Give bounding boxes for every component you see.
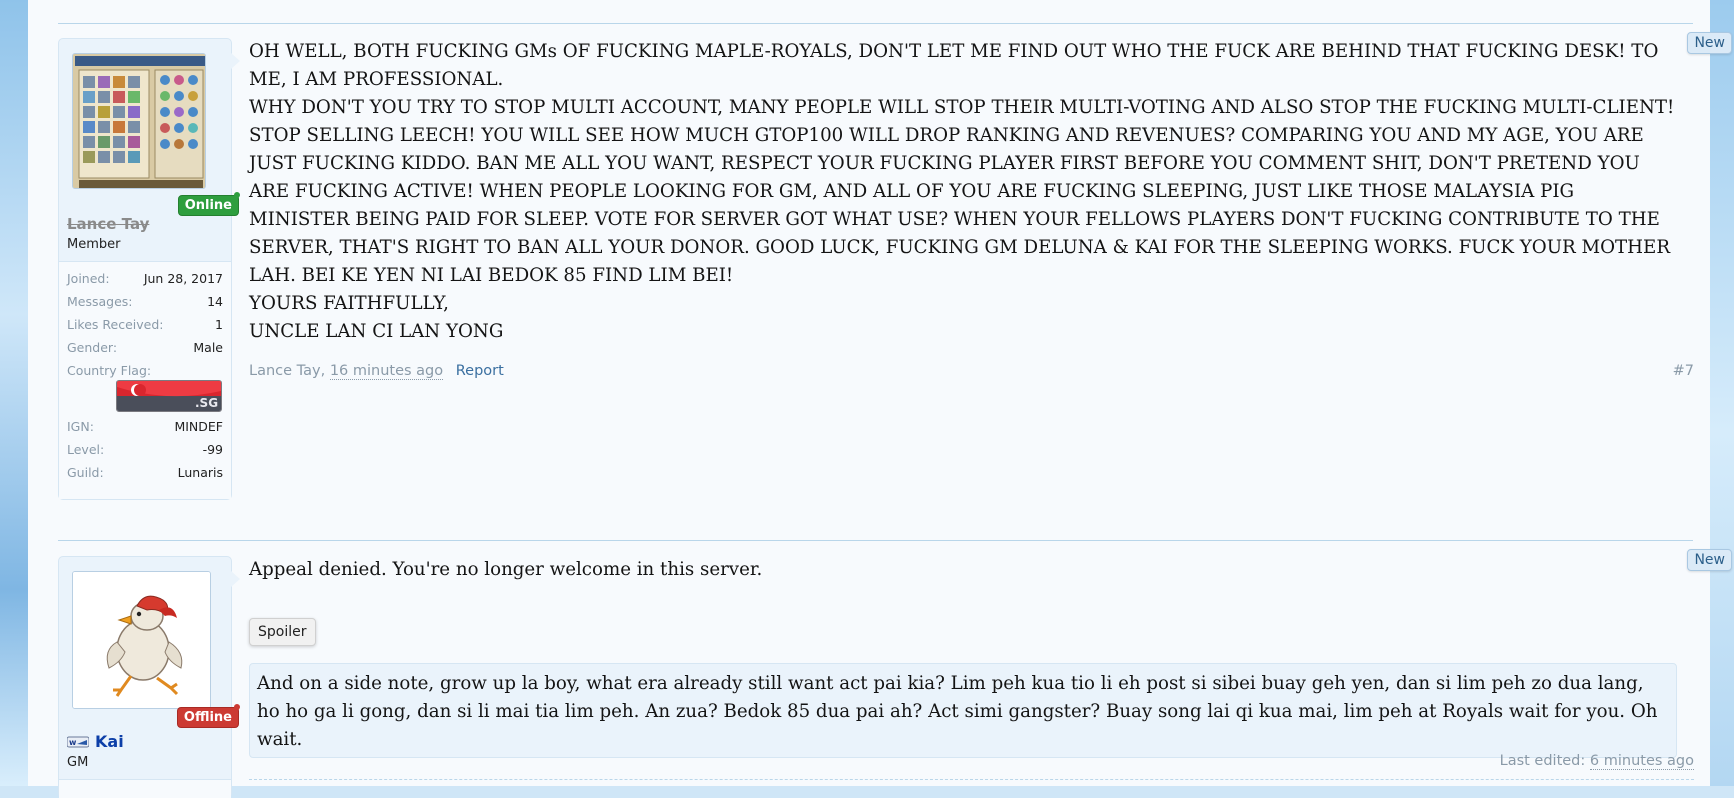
- username-link[interactable]: Kai: [95, 732, 124, 751]
- message-footer-divider: [249, 779, 1694, 780]
- singapore-flag-icon: .SG: [116, 380, 222, 412]
- info-label: Guild:: [67, 465, 104, 480]
- info-value: Jun 28, 2017: [143, 271, 223, 286]
- info-value[interactable]: 14: [207, 294, 223, 309]
- status-label: Online: [184, 198, 232, 213]
- message-meta: Lance Tay, 16 minutes ago Report: [249, 363, 504, 380]
- info-value: -99: [202, 442, 223, 457]
- info-row-guild: Guild: Lunaris: [67, 465, 223, 483]
- svg-text:w: w: [69, 738, 77, 747]
- last-edited-label: Last edited:: [1499, 753, 1586, 769]
- username-link[interactable]: Lance Tay: [67, 215, 149, 233]
- info-row-likes: Likes Received: 1: [67, 317, 223, 335]
- user-info-panel: Offline w Kai GM: [58, 556, 240, 798]
- avatar[interactable]: [72, 571, 211, 709]
- last-edited-time[interactable]: 6 minutes ago: [1589, 753, 1694, 770]
- post-permalink[interactable]: #7: [1673, 363, 1694, 379]
- info-label: Country Flag:: [67, 363, 152, 378]
- new-post-badge: New: [1687, 549, 1732, 571]
- post-divider: [58, 540, 1693, 541]
- post-divider: [58, 23, 1693, 24]
- info-value: MINDEF: [174, 419, 223, 434]
- last-edited: Last edited: 6 minutes ago: [1499, 753, 1694, 770]
- message-content: Appeal denied. You're no longer welcome …: [249, 556, 1679, 584]
- info-label: Joined:: [67, 271, 110, 286]
- message-paragraph: YOURS FAITHFULLY,: [249, 293, 449, 314]
- message-paragraph: OH WELL, BOTH FUCKING GMs OF FUCKING MAP…: [249, 41, 1659, 90]
- user-title: Member: [67, 237, 121, 252]
- info-value: Lunaris: [177, 465, 223, 480]
- spoiler-button[interactable]: Spoiler: [249, 618, 316, 646]
- user-extra-info: Joined: Jun 28, 2017 Messages: 14 Likes …: [59, 261, 231, 499]
- status-dot: [234, 192, 240, 198]
- info-value: 1: [215, 317, 223, 332]
- post-timestamp[interactable]: 16 minutes ago: [329, 363, 444, 380]
- message-content: OH WELL, BOTH FUCKING GMs OF FUCKING MAP…: [249, 38, 1679, 346]
- status-badge: Online: [177, 192, 240, 216]
- info-row-messages: Messages: 14: [67, 294, 223, 312]
- spoiler-content: And on a side note, grow up la boy, what…: [249, 663, 1677, 758]
- status-dot: [234, 704, 240, 710]
- page-background-right: [1710, 0, 1734, 786]
- info-label: Level:: [67, 442, 105, 457]
- info-value: Male: [193, 340, 223, 355]
- info-row-gender: Gender: Male: [67, 340, 223, 358]
- gm-rank-icon: w: [66, 734, 90, 748]
- info-label: IGN:: [67, 419, 94, 434]
- message-paragraph: Appeal denied. You're no longer welcome …: [249, 559, 763, 580]
- info-label: Likes Received:: [67, 317, 164, 332]
- new-post-badge: New: [1687, 32, 1732, 54]
- info-row-country-flag: Country Flag:: [67, 363, 223, 381]
- avatar[interactable]: [72, 53, 206, 189]
- user-extra-info: [59, 779, 231, 798]
- message-paragraph: UNCLE LAN CI LAN YONG: [249, 321, 504, 342]
- user-title: GM: [67, 755, 89, 770]
- info-label: Gender:: [67, 340, 118, 355]
- info-row-level: Level: -99: [67, 442, 223, 460]
- inventory-screenshot-image: [73, 54, 205, 188]
- user-info-panel: Online Lance Tay Member Joined: Jun 28, …: [58, 38, 240, 500]
- info-row-ign: IGN: MINDEF: [67, 419, 223, 437]
- info-label: Messages:: [67, 294, 133, 309]
- info-row-joined: Joined: Jun 28, 2017: [67, 271, 223, 289]
- flag-text: .SG: [195, 396, 218, 410]
- report-link[interactable]: Report: [456, 363, 504, 379]
- status-label: Offline: [183, 710, 232, 725]
- post-author-link[interactable]: Lance Tay,: [249, 363, 325, 379]
- message-paragraph: WHY DON'T YOU TRY TO STOP MULTI ACCOUNT,…: [249, 97, 1675, 286]
- status-badge: Offline: [176, 704, 240, 728]
- chicken-avatar-image: [73, 572, 210, 708]
